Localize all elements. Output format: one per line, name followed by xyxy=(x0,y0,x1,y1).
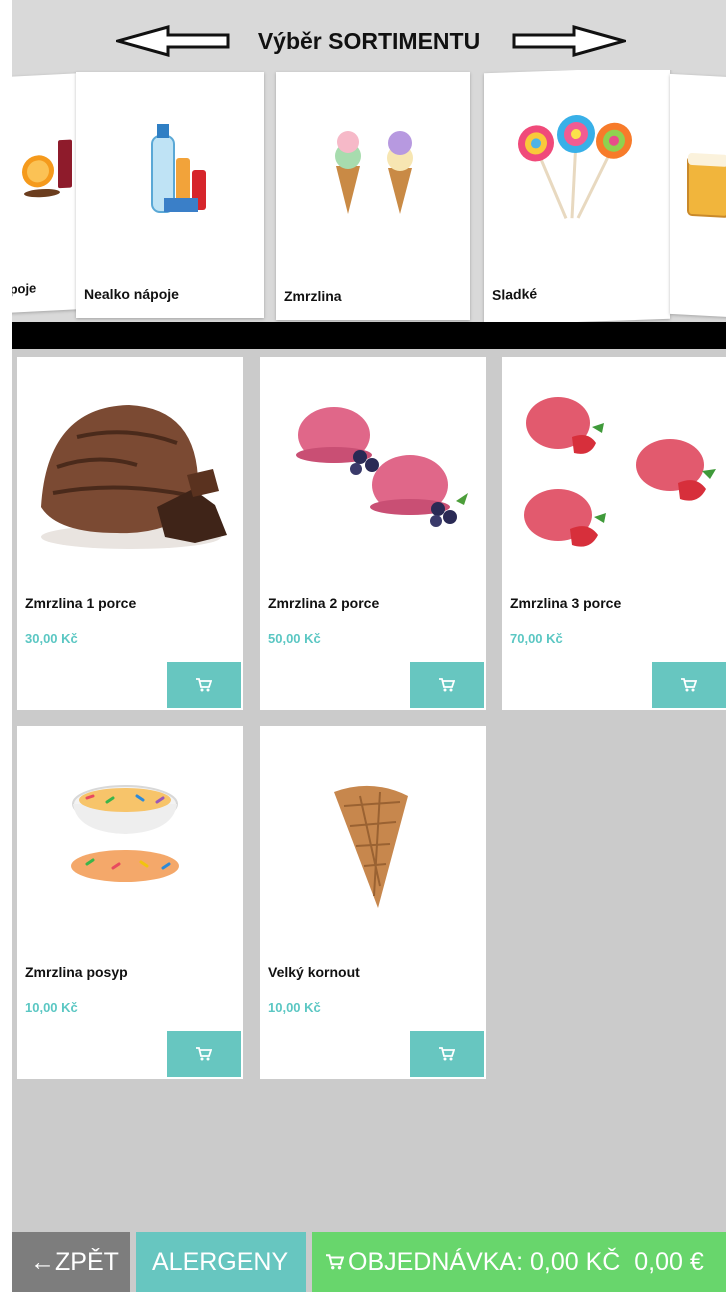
cart-icon xyxy=(681,678,697,692)
category-card-hot-drinks[interactable]: plé nápoje xyxy=(12,73,78,315)
sprinkles-icon xyxy=(71,785,179,882)
cart-icon xyxy=(196,678,212,692)
waffle-cone-icon xyxy=(334,785,408,908)
add-to-cart-button[interactable] xyxy=(410,662,484,708)
category-label: Zmrzlina xyxy=(284,288,342,304)
add-to-cart-button[interactable] xyxy=(167,1031,241,1077)
product-name: Velký kornout xyxy=(268,964,360,980)
product-name: Zmrzlina posyp xyxy=(25,964,128,980)
product-card[interactable]: Zmrzlina 2 porce 50,00 Kč xyxy=(260,357,486,710)
product-card[interactable]: Zmrzlina 1 porce 30,00 Kč xyxy=(17,357,243,710)
app-screen: Výběr SORTIMENTU plé nápoje Nealko xyxy=(12,0,726,1292)
product-card[interactable]: Zmrzlina posyp 10,00 Kč xyxy=(17,726,243,1079)
product-price: 10,00 Kč xyxy=(25,1000,78,1015)
back-button[interactable]: ←ZPĚT xyxy=(12,1232,130,1292)
allergens-button[interactable]: ALERGENY xyxy=(136,1232,306,1292)
berry-scoops-icon xyxy=(296,407,468,527)
product-name: Zmrzlina 3 porce xyxy=(510,595,622,611)
product-price: 50,00 Kč xyxy=(268,631,321,646)
add-to-cart-button[interactable] xyxy=(652,662,726,708)
product-name: Zmrzlina 2 porce xyxy=(268,595,380,611)
product-price: 10,00 Kč xyxy=(268,1000,321,1015)
category-label: Nealko nápoje xyxy=(84,286,179,302)
category-header: Výběr SORTIMENTU xyxy=(12,0,726,70)
add-to-cart-button[interactable] xyxy=(410,1031,484,1077)
product-card[interactable]: Velký kornout 10,00 Kč xyxy=(260,726,486,1079)
order-summary-label: OBJEDNÁVKA: 0,00 KČ 0,00 € xyxy=(348,1247,704,1276)
add-to-cart-button[interactable] xyxy=(167,662,241,708)
beer-mug-icon xyxy=(687,153,726,218)
category-card-ice-cream[interactable]: Zmrzlina xyxy=(276,72,470,320)
soft-drinks-icon xyxy=(151,124,206,213)
cart-icon xyxy=(439,1047,455,1061)
bottom-action-bar: ←ZPĚT ALERGENY OBJEDNÁVKA: 0,00 KČ 0,00 … xyxy=(12,1232,726,1292)
order-button[interactable]: OBJEDNÁVKA: 0,00 KČ 0,00 € xyxy=(312,1232,726,1292)
cart-icon xyxy=(439,678,455,692)
category-label: plé nápoje xyxy=(12,280,37,298)
lollipops-icon xyxy=(518,115,632,220)
category-carousel[interactable]: plé nápoje Nealko nápoje Zmrzlina xyxy=(12,70,726,322)
cart-icon xyxy=(196,1047,212,1061)
cart-icon xyxy=(326,1254,344,1270)
product-price: 70,00 Kč xyxy=(510,631,563,646)
product-price: 30,00 Kč xyxy=(25,631,78,646)
chocolate-scoop-icon xyxy=(41,405,227,549)
product-card[interactable]: Zmrzlina 3 porce 70,00 Kč xyxy=(502,357,726,710)
arrow-right-icon[interactable] xyxy=(512,24,626,58)
ice-cream-cones-icon xyxy=(335,131,413,214)
orange-drink-icon xyxy=(22,139,72,198)
category-card-sweets[interactable]: Sladké xyxy=(484,70,670,322)
strawberry-scoops-icon xyxy=(524,397,716,547)
category-card-beer[interactable] xyxy=(670,73,726,319)
category-card-soft-drinks[interactable]: Nealko nápoje xyxy=(76,72,264,318)
divider-bar xyxy=(12,322,726,349)
product-name: Zmrzlina 1 porce xyxy=(25,595,137,611)
category-label: Sladké xyxy=(492,285,538,303)
